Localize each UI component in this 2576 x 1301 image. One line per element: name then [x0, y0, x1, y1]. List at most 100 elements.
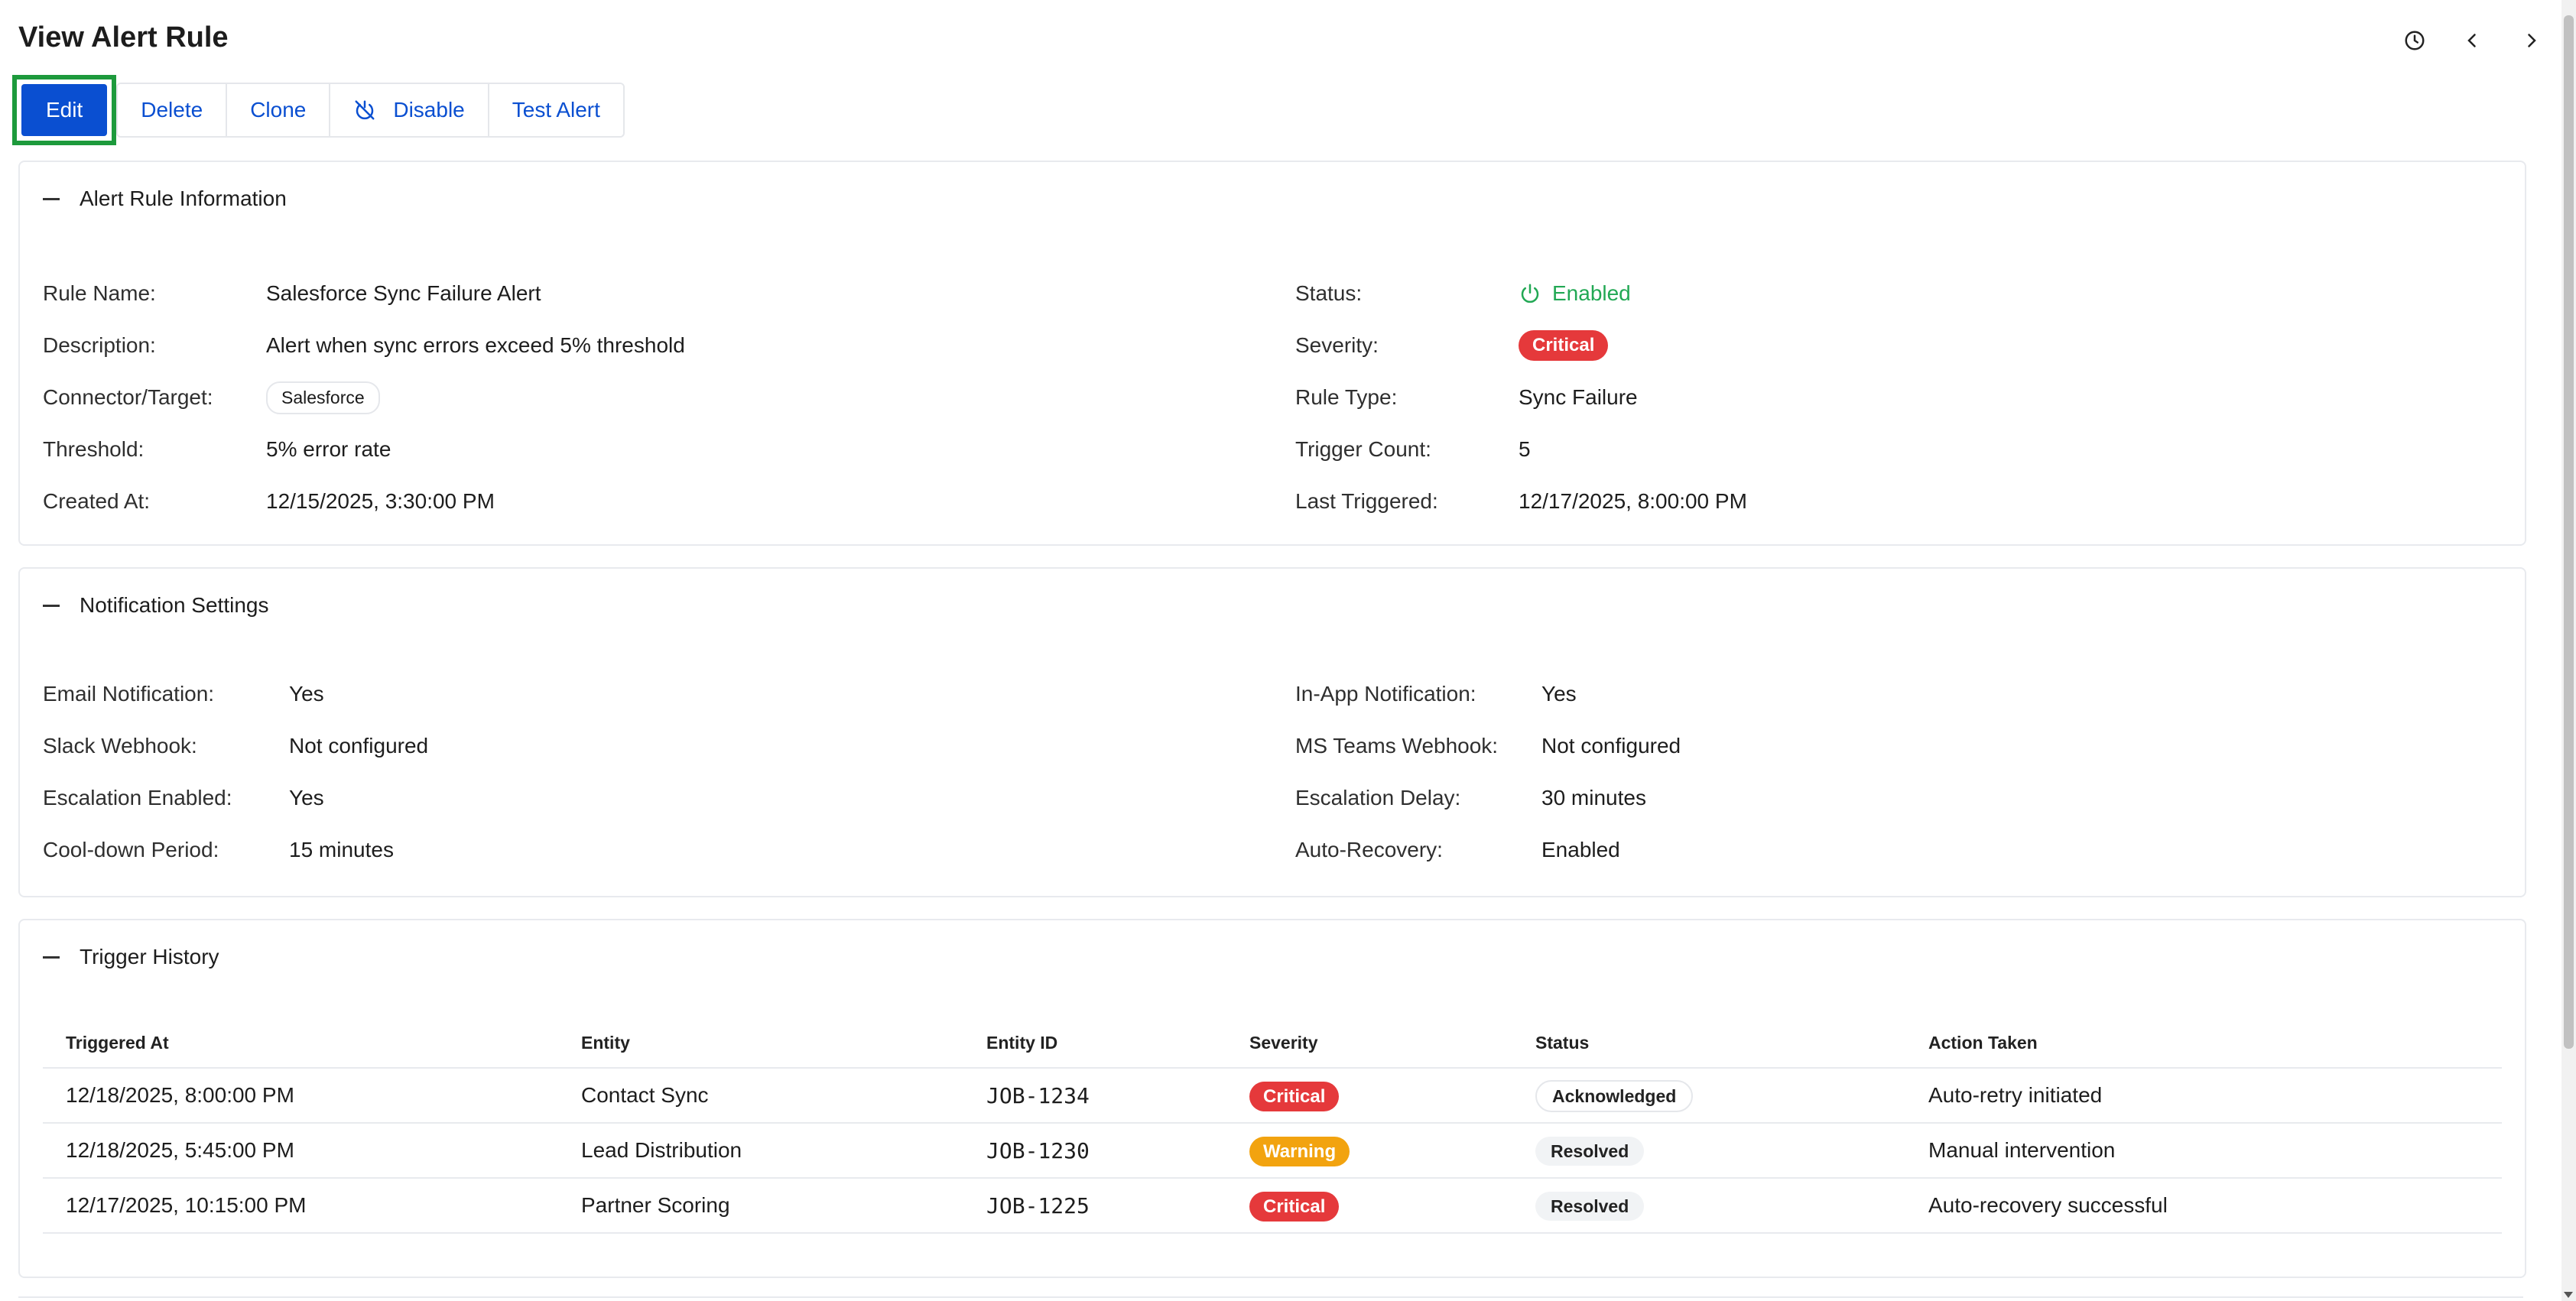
header-actions: [2386, 23, 2561, 58]
next-section-edge: [18, 1296, 2523, 1298]
field-last-triggered: Last Triggered: 12/17/2025, 8:00:00 PM: [1295, 475, 1747, 527]
test-alert-button[interactable]: Test Alert: [489, 84, 623, 136]
escalation-enabled-value: Yes: [289, 786, 324, 809]
disable-button-label: Disable: [393, 98, 465, 122]
action-toolbar: Edit Delete Clone Disable Test Alert: [12, 75, 625, 145]
created-at-value: 12/15/2025, 3:30:00 PM: [266, 489, 495, 513]
column-header: Status: [1535, 1018, 1928, 1069]
field-label: Escalation Enabled:: [43, 786, 232, 809]
triggered-at-cell: 12/18/2025, 5:45:00 PM: [43, 1123, 581, 1179]
field-label: Trigger Count:: [1295, 437, 1431, 461]
field-trigger-count: Trigger Count: 5: [1295, 423, 1747, 475]
severity-cell: Critical: [1249, 1068, 1535, 1124]
entity-id-cell: JOB-1225: [986, 1178, 1249, 1234]
scroll-down-arrow-icon[interactable]: [2564, 1292, 2573, 1298]
table-row[interactable]: 12/17/2025, 10:15:00 PM Partner Scoring …: [43, 1178, 2502, 1234]
status-badge: Resolved: [1535, 1192, 1645, 1221]
field-label: Status:: [1295, 281, 1363, 305]
power-off-icon: [355, 100, 375, 120]
chevron-left-icon[interactable]: [2444, 23, 2502, 58]
column-header: Triggered At: [43, 1018, 581, 1069]
status-badge: Acknowledged: [1535, 1080, 1694, 1112]
notification-settings-header[interactable]: Notification Settings: [20, 569, 2525, 642]
alert-rule-information-section: Alert Rule Information Rule Name: Salesf…: [18, 161, 2526, 546]
action-taken-cell: Manual intervention: [1928, 1123, 2502, 1179]
trigger-history-section: Trigger History Triggered At Entity Enti…: [18, 919, 2526, 1278]
alert-rule-information-header[interactable]: Alert Rule Information: [20, 162, 2525, 235]
severity-badge: Critical: [1249, 1082, 1340, 1111]
clone-button[interactable]: Clone: [227, 84, 331, 136]
status-badge: Resolved: [1535, 1137, 1645, 1166]
scrollbar-thumb[interactable]: [2564, 15, 2574, 1049]
page-title: View Alert Rule: [18, 21, 229, 54]
entity-id-cell: JOB-1230: [986, 1123, 1249, 1179]
field-label: Auto-Recovery:: [1295, 838, 1443, 861]
entity-id-cell: JOB-1234: [986, 1068, 1249, 1124]
vertical-scrollbar[interactable]: [2561, 0, 2576, 1301]
field-severity: Severity: Critical: [1295, 320, 1747, 371]
table-header-row: Triggered At Entity Entity ID Severity S…: [43, 1018, 2502, 1069]
collapse-icon: [43, 955, 60, 959]
section-title: Alert Rule Information: [80, 187, 287, 210]
field-created-at: Created At: 12/15/2025, 3:30:00 PM: [43, 475, 685, 527]
last-triggered-value: 12/17/2025, 8:00:00 PM: [1519, 489, 1747, 513]
notification-fields-left: Email Notification: Yes Slack Webhook: N…: [43, 668, 428, 876]
field-connector: Connector/Target: Salesforce: [43, 371, 685, 423]
teams-webhook-value: Not configured: [1541, 734, 1681, 758]
secondary-actions: Delete Clone Disable Test Alert: [116, 83, 625, 138]
slack-webhook-value: Not configured: [289, 734, 429, 758]
field-rule-name: Rule Name: Salesforce Sync Failure Alert: [43, 268, 685, 320]
description-value: Alert when sync errors exceed 5% thresho…: [266, 333, 685, 357]
table-row[interactable]: 12/18/2025, 5:45:00 PM Lead Distribution…: [43, 1123, 2502, 1179]
severity-cell: Warning: [1249, 1123, 1535, 1179]
severity-badge: Critical: [1249, 1192, 1340, 1222]
field-escalation-enabled: Escalation Enabled: Yes: [43, 772, 428, 824]
threshold-value: 5% error rate: [266, 437, 391, 461]
field-label: Threshold:: [43, 437, 145, 461]
entity-cell: Partner Scoring: [581, 1178, 986, 1234]
trigger-history-header[interactable]: Trigger History: [20, 920, 2525, 994]
alert-fields-left: Rule Name: Salesforce Sync Failure Alert…: [43, 268, 685, 527]
connector-tag: Salesforce: [266, 381, 380, 414]
field-teams-webhook: MS Teams Webhook: Not configured: [1295, 720, 1681, 772]
status-text: Enabled: [1552, 281, 1631, 305]
field-email-notification: Email Notification: Yes: [43, 668, 428, 720]
test-alert-button-label: Test Alert: [512, 98, 600, 122]
column-header: Severity: [1249, 1018, 1535, 1069]
history-icon[interactable]: [2386, 23, 2444, 58]
field-description: Description: Alert when sync errors exce…: [43, 320, 685, 371]
column-header: Action Taken: [1928, 1018, 2502, 1069]
triggered-at-cell: 12/18/2025, 8:00:00 PM: [43, 1068, 581, 1124]
severity-badge: Warning: [1249, 1137, 1350, 1166]
field-label: Created At:: [43, 489, 151, 513]
field-label: Cool-down Period:: [43, 838, 219, 861]
entity-cell: Contact Sync: [581, 1068, 986, 1124]
chevron-right-icon[interactable]: [2502, 23, 2560, 58]
status-value: Enabled: [1519, 281, 1631, 306]
disable-button[interactable]: Disable: [330, 84, 489, 136]
field-label: Severity:: [1295, 333, 1379, 357]
field-label: Rule Name:: [43, 281, 156, 305]
page: View Alert Rule Edit Delete Clone Disabl…: [0, 0, 2561, 1301]
field-label: Last Triggered:: [1295, 489, 1438, 513]
rule-name-value: Salesforce Sync Failure Alert: [266, 281, 541, 305]
email-notification-value: Yes: [289, 682, 324, 706]
status-cell: Acknowledged: [1535, 1068, 1928, 1124]
notification-fields-right: In-App Notification: Yes MS Teams Webhoo…: [1295, 668, 1681, 876]
delete-button[interactable]: Delete: [118, 84, 228, 136]
severity-cell: Critical: [1249, 1178, 1535, 1234]
field-threshold: Threshold: 5% error rate: [43, 423, 685, 475]
field-auto-recovery: Auto-Recovery: Enabled: [1295, 824, 1681, 876]
severity-badge: Critical: [1519, 330, 1609, 361]
edit-button[interactable]: Edit: [21, 84, 108, 136]
field-label: Rule Type:: [1295, 385, 1398, 409]
table-row[interactable]: 12/18/2025, 8:00:00 PM Contact Sync JOB-…: [43, 1068, 2502, 1124]
entity-cell: Lead Distribution: [581, 1123, 986, 1179]
section-title: Notification Settings: [80, 593, 269, 617]
column-header: Entity ID: [986, 1018, 1249, 1069]
trigger-count-value: 5: [1519, 437, 1531, 461]
field-rule-type: Rule Type: Sync Failure: [1295, 371, 1747, 423]
field-label: MS Teams Webhook:: [1295, 734, 1499, 758]
delete-button-label: Delete: [141, 98, 203, 122]
collapse-icon: [43, 197, 60, 200]
